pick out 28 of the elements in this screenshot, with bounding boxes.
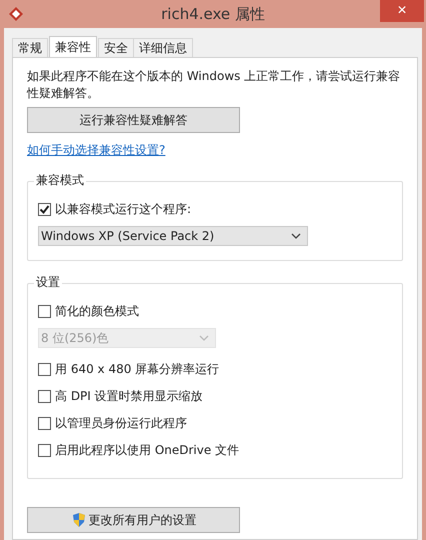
checkbox[interactable] — [38, 363, 51, 376]
checkbox-label: 以管理员身份运行此程序 — [55, 415, 187, 432]
troubleshoot-button[interactable]: 运行兼容性疑难解答 — [27, 107, 240, 133]
checkbox-label: 简化的颜色模式 — [55, 303, 139, 320]
app-icon — [8, 6, 24, 22]
check-icon — [39, 204, 50, 215]
dropdown[interactable]: Windows XP (Service Pack 2) — [38, 226, 308, 246]
checkbox[interactable] — [38, 203, 51, 216]
checkbox-label: 以兼容模式运行这个程序: — [55, 201, 192, 218]
tab[interactable]: 常规 — [12, 38, 48, 57]
tab[interactable]: 详细信息 — [133, 38, 193, 57]
tab[interactable]: 兼容性 — [49, 36, 97, 57]
checkbox-label: 高 DPI 设置时禁用显示缩放 — [55, 388, 203, 405]
chevron-down-icon — [199, 335, 209, 341]
help-link[interactable]: 如何手动选择兼容性设置? — [27, 142, 166, 159]
checkbox-label: 启用此程序以使用 OneDrive 文件 — [55, 442, 240, 459]
description-text: 如果此程序不能在这个版本的 Windows 上正常工作，请尝试运行兼容性疑难解答。 — [27, 68, 402, 102]
window-title: rich4.exe 属性 — [161, 4, 265, 24]
checkbox[interactable] — [38, 417, 51, 430]
close-button[interactable]: × — [380, 0, 424, 22]
chevron-down-icon — [291, 233, 301, 239]
checkbox[interactable] — [38, 305, 51, 318]
tab[interactable]: 安全 — [98, 38, 134, 57]
checkbox[interactable] — [38, 444, 51, 457]
checkbox[interactable] — [38, 390, 51, 403]
shield-icon — [70, 512, 86, 528]
change-all-users-button[interactable]: 更改所有用户的设置 — [27, 507, 240, 533]
checkbox-label: 用 640 x 480 屏幕分辨率运行 — [55, 361, 220, 378]
